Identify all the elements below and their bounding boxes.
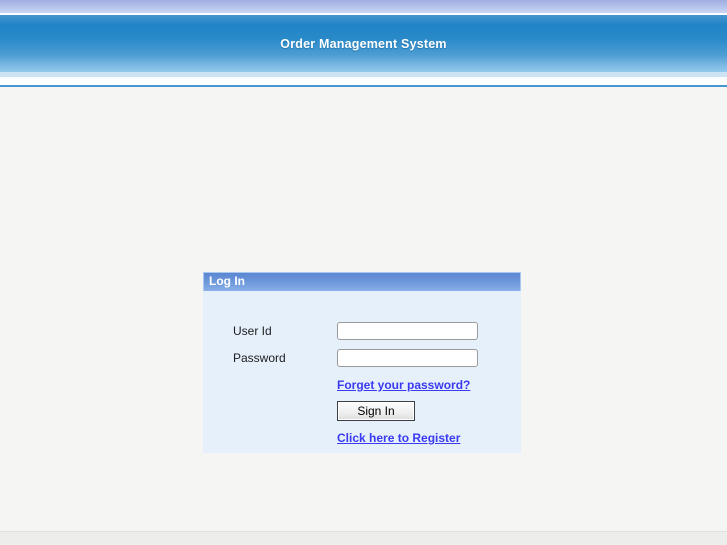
- password-input[interactable]: [337, 349, 478, 367]
- user-id-label: User Id: [233, 324, 272, 338]
- register-link[interactable]: Click here to Register: [337, 431, 460, 445]
- page: Order Management System Log In User Id P…: [0, 0, 727, 545]
- user-id-input[interactable]: [337, 322, 478, 340]
- login-panel: Log In User Id Password Forget your pass…: [203, 272, 521, 453]
- app-title: Order Management System: [280, 36, 447, 51]
- top-accent-strip: [0, 0, 727, 13]
- sign-in-button[interactable]: Sign In: [337, 401, 415, 421]
- app-header: Order Management System: [0, 15, 727, 72]
- login-panel-body: User Id Password Forget your password? S…: [203, 291, 521, 453]
- login-panel-title: Log In: [209, 274, 245, 288]
- password-label: Password: [233, 351, 286, 365]
- footer-strip: [0, 531, 727, 545]
- header-sub-strip-light: [0, 77, 727, 85]
- forgot-password-link[interactable]: Forget your password?: [337, 378, 470, 392]
- login-panel-header: Log In: [203, 272, 521, 291]
- page-body: Log In User Id Password Forget your pass…: [0, 87, 727, 531]
